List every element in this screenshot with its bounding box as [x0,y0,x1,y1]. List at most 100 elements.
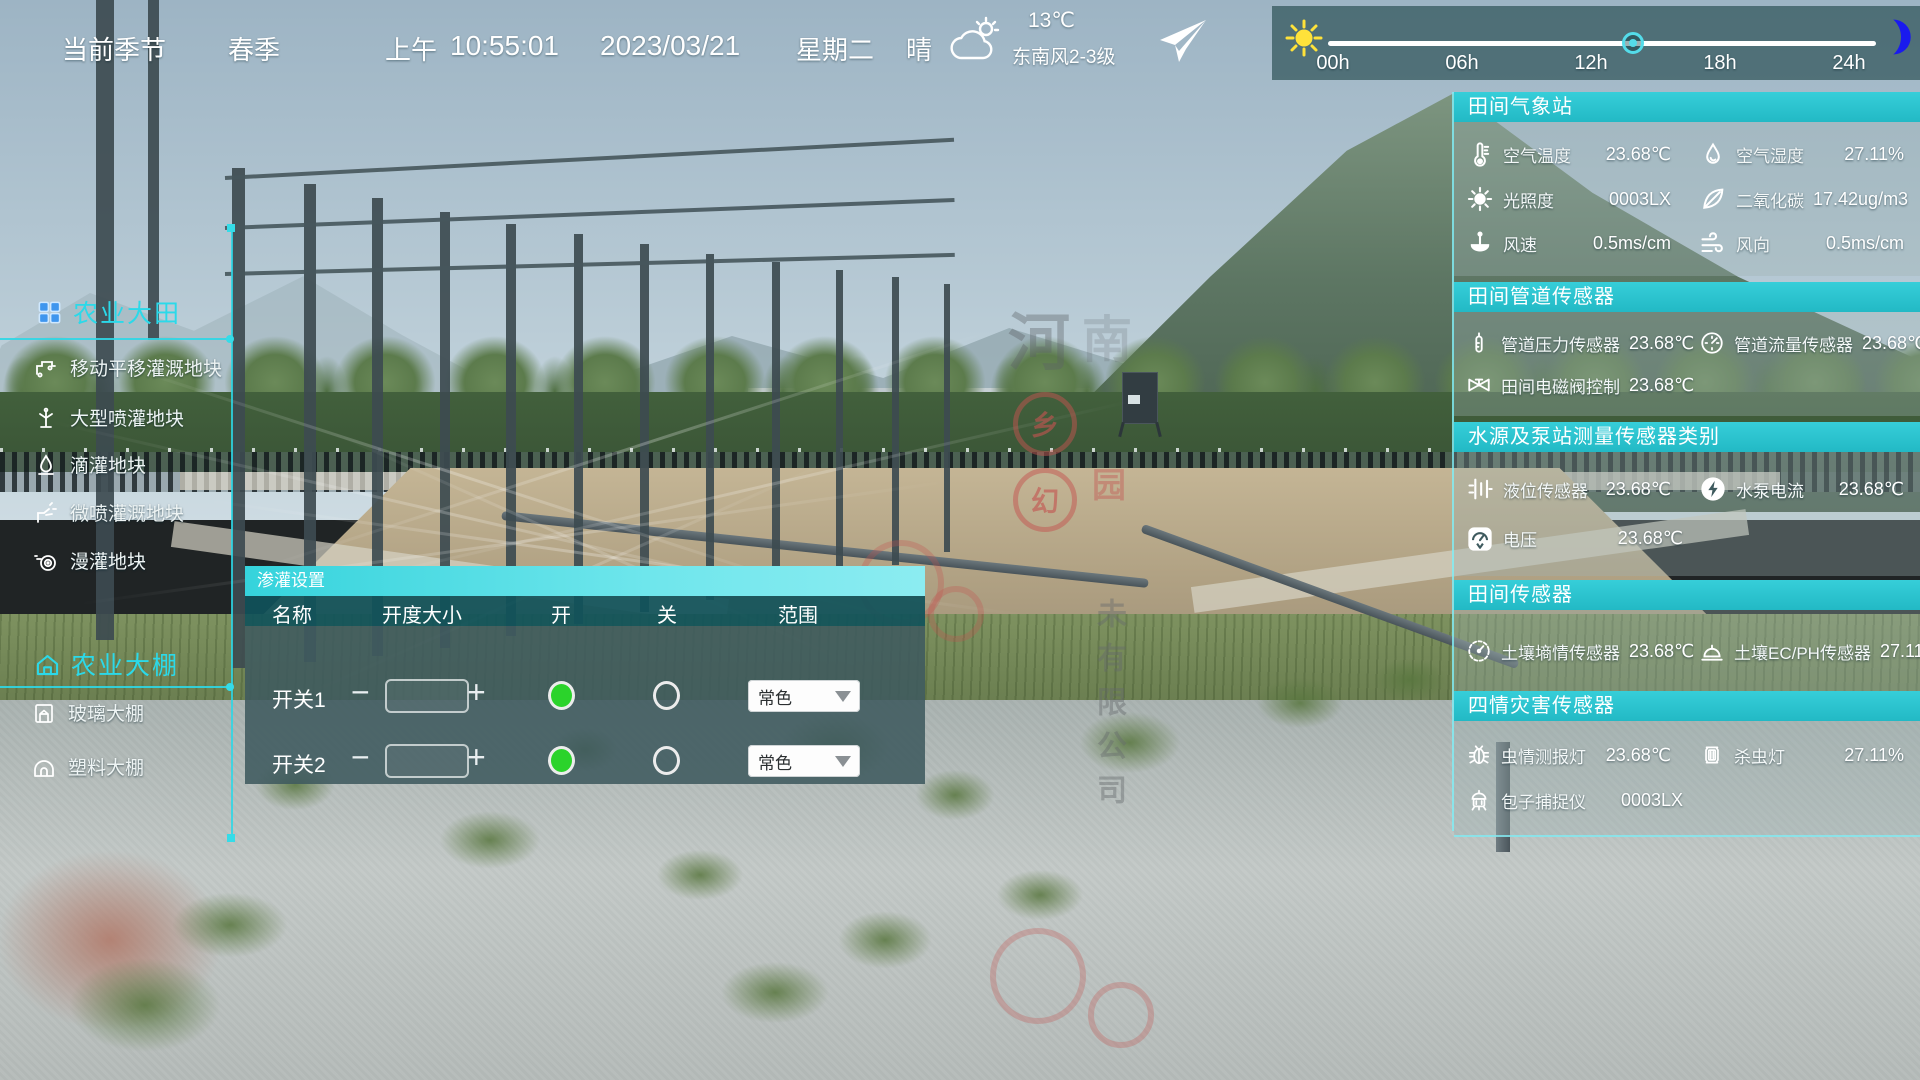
time-tick-label: 00h [1316,52,1349,75]
sidebar-item-label: 塑料大棚 [68,753,144,780]
period-label: 上午 [385,30,437,67]
sensor-label: 杀虫灯 [1734,743,1785,768]
greenhouse-icon [34,651,61,678]
scene-tuft [1360,650,1460,710]
sidebar-item-label: 玻璃大棚 [68,699,144,726]
sensor-item: 管道流量传感器 23.68℃ [1687,330,1920,356]
mobile-irrigation-icon [34,356,58,380]
sidebar-item-micro-spray[interactable]: 微喷灌溉地块 [34,499,184,526]
col-opening: 开度大小 [382,599,462,628]
sensor-item: 土壤墒情传感器 23.68℃ [1454,638,1687,664]
section-disaster-sensors: 四情灾害传感器 虫情测报灯 23.68℃ [1454,691,1920,837]
sensor-row: 风速 0.5ms/cm 风向 0.5ms/cm [1454,230,1920,258]
chevron-down-icon [835,756,851,767]
switch-2-opening-input[interactable] [385,744,469,778]
time-slider-handle[interactable] [1622,32,1644,54]
sensor-item: 田间电磁阀控制 23.68℃ [1454,372,1699,398]
date-text: 2023/03/21 [600,30,740,62]
smart-farm-app: 河 南 乡 幻 园 未有限公司 当前季节 春季 上午 10:55:01 2023… [0,0,1920,1080]
pump-current-icon [1699,475,1727,503]
col-name: 名称 [272,599,312,628]
solenoid-valve-icon [1466,372,1492,398]
field-station-cabinet [1122,372,1158,424]
scene-pole [232,168,245,668]
pipe-pressure-icon [1466,330,1492,356]
temperature-text: 13℃ [1028,8,1075,33]
sensor-item: 虫情测报灯 23.68℃ [1454,742,1687,768]
scene-tuft [700,950,850,1035]
sensor-row: 电压 23.68℃ [1454,525,1920,553]
switch-2-on-radio[interactable] [548,746,575,775]
section-title: 水源及泵站测量传感器类别 [1454,422,1920,452]
sidebar-guide-line [231,228,233,840]
sensor-item: 水泵电流 23.68℃ [1687,475,1920,503]
sidebar-item-label: 大型喷灌地块 [70,404,184,431]
sensor-value: 23.68℃ [1606,144,1687,165]
sidebar-group-field-label: 农业大田 [73,294,181,330]
sensor-value: 23.68℃ [1839,479,1920,500]
wind-text: 东南风2-3级 [1012,42,1115,69]
glass-greenhouse-icon [32,701,56,725]
drip-irrigation-icon [34,453,58,477]
sensor-row: 田间电磁阀控制 23.68℃ [1454,372,1920,398]
sensor-row: 空气温度 23.68℃ 空气湿度 27.11% [1454,141,1920,169]
sensor-item: 包子捕捉仪 0003LX [1454,788,1699,814]
switch-1-plus-button[interactable]: + [467,678,486,706]
sidebar-item-large-sprinkler[interactable]: 大型喷灌地块 [34,404,184,431]
clock-time: 10:55:01 [450,30,559,62]
switch-2-range-select[interactable]: 常色 [748,745,860,777]
weekday-text: 星期二 [796,30,874,67]
section-pipeline-sensors: 田间管道传感器 管道压力传感器 23.68℃ 管道流量传感器 [1454,282,1920,416]
sensor-label: 包子捕捉仪 [1501,788,1586,813]
sensor-value: 0.5ms/cm [1593,233,1687,254]
switch-2-minus-button[interactable]: − [351,743,370,771]
sensor-label: 液位传感器 [1503,477,1588,502]
sensor-value: 27.11% [1844,144,1920,165]
time-slider-track[interactable] [1328,41,1876,46]
section-body: 土壤墒情传感器 23.68℃ 土壤EC/PH传感器 27.11% [1454,610,1920,692]
switch-1-off-radio[interactable] [653,681,680,710]
scene-tuft [420,800,560,880]
switch-1-opening-input[interactable] [385,679,469,713]
col-off: 关 [657,599,677,628]
switch-2-off-radio[interactable] [653,746,680,775]
sidebar-item-mobile-irrigation[interactable]: 移动平移灌溉地块 [34,354,222,381]
sidebar-group-greenhouse: 农业大棚 [34,646,179,682]
switch-1-range-select[interactable]: 常色 [748,680,860,712]
switch-1-minus-button[interactable]: − [351,678,370,706]
col-range: 范围 [778,599,818,628]
sensor-row: 土壤墒情传感器 23.68℃ 土壤EC/PH传感器 27.11% [1454,638,1920,664]
sensor-value: 27.11% [1844,745,1920,766]
sensor-value: 23.68℃ [1606,479,1687,500]
section-title: 田间传感器 [1454,580,1920,610]
section-field-sensors: 田间传感器 土壤墒情传感器 23.68℃ 土壤EC/PH传感器 [1454,580,1920,692]
sensor-label: 土壤EC/PH传感器 [1734,639,1871,664]
weather-text: 晴 [906,30,932,67]
soil-moisture-icon [1466,638,1492,664]
sensor-label: 空气湿度 [1736,142,1804,167]
scene-tuft [820,900,950,980]
sensor-value: 0003LX [1609,189,1687,210]
sensor-item: 光照度 0003LX [1454,185,1687,213]
spore-catcher-icon [1466,788,1492,814]
col-on: 开 [551,599,571,628]
switch-2-plus-button[interactable]: + [467,743,486,771]
paper-plane-button[interactable] [1156,18,1208,66]
sidebar-item-label: 滴灌地块 [70,451,146,478]
moon-icon [1874,16,1916,58]
sidebar-item-drip-irrigation[interactable]: 滴灌地块 [34,451,146,478]
sensor-label: 二氧化碳 [1736,187,1804,212]
sidebar-item-flood-irrigation[interactable]: 漫灌地块 [34,547,146,574]
scene-pole [892,277,899,565]
season-value: 春季 [228,30,280,67]
sensor-value: 17.42ug/m3 [1813,189,1920,210]
sensor-row: 虫情测报灯 23.68℃ 杀虫灯 27.11% [1454,742,1920,768]
switch-1-on-radio[interactable] [548,681,575,710]
scene-pole [706,254,714,600]
sensor-value: 0.5ms/cm [1826,233,1920,254]
sensor-item: 空气温度 23.68℃ [1454,141,1687,169]
scene-tuft [40,940,250,1070]
time-tick-label: 06h [1445,52,1478,75]
sidebar-item-plastic-greenhouse[interactable]: 塑料大棚 [32,753,144,780]
sidebar-item-glass-greenhouse[interactable]: 玻璃大棚 [32,699,144,726]
